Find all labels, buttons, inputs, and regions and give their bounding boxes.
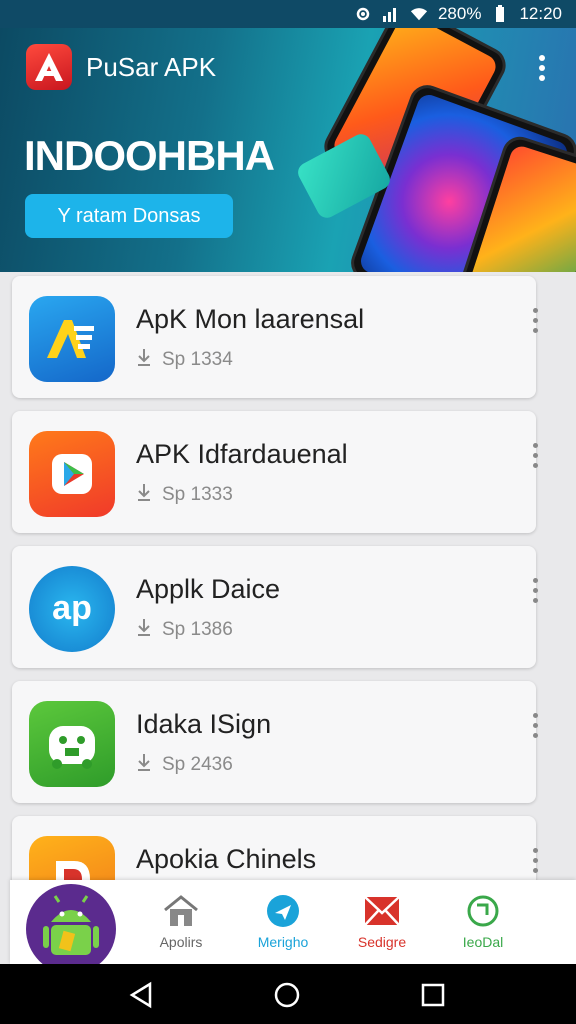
android-fab-button[interactable] bbox=[26, 884, 116, 974]
app-size: Sp 1333 bbox=[162, 484, 233, 505]
recents-icon bbox=[421, 983, 445, 1007]
back-icon bbox=[129, 981, 152, 1009]
item-more-button[interactable] bbox=[528, 578, 542, 612]
android-robot-icon bbox=[29, 701, 115, 787]
ap-logo-icon: ap bbox=[29, 566, 115, 652]
nav-label: IeoDal bbox=[462, 934, 504, 950]
size-icon bbox=[136, 483, 152, 507]
app-name: ApK Mon laarensal bbox=[136, 304, 365, 334]
app-meta: Sp 1334 bbox=[136, 348, 233, 372]
app-name: Apokia Chinels bbox=[136, 844, 317, 874]
nav-item-ieodal[interactable]: IeoDal bbox=[438, 894, 528, 950]
list-item[interactable]: ap Applk Daice Sp 1386 bbox=[12, 546, 538, 668]
item-more-button[interactable] bbox=[528, 308, 542, 342]
signal-icon bbox=[382, 5, 400, 23]
nav-item-sedigre[interactable]: Sedigre bbox=[337, 894, 427, 950]
list-item[interactable]: Idaka ISign Sp 2436 bbox=[12, 681, 538, 803]
play-icon bbox=[29, 431, 115, 517]
home-circle-icon bbox=[274, 982, 300, 1008]
nav-item-apps[interactable]: Apolirs bbox=[136, 894, 226, 950]
nav-label: Apolirs bbox=[159, 934, 203, 950]
header-banner: PuSar APK INDOOHBHA Y ratam Donsas bbox=[0, 28, 576, 272]
recents-button[interactable] bbox=[418, 980, 448, 1010]
refresh-icon bbox=[467, 895, 499, 927]
app-size: Sp 1386 bbox=[162, 619, 233, 640]
system-navigation-bar bbox=[0, 964, 576, 1024]
list-item[interactable]: APK Idfardauenal Sp 1333 bbox=[12, 411, 538, 533]
item-more-button[interactable] bbox=[528, 848, 542, 882]
app-name: Idaka ISign bbox=[136, 709, 272, 739]
mail-icon bbox=[364, 896, 400, 926]
app-size: Sp 1334 bbox=[162, 349, 233, 370]
size-icon bbox=[136, 753, 152, 777]
hero-title: INDOOHBHA bbox=[24, 132, 275, 179]
size-icon bbox=[136, 348, 152, 372]
battery-icon bbox=[491, 5, 509, 23]
settings-icon bbox=[354, 5, 372, 23]
nav-label: Sedigre bbox=[357, 934, 407, 950]
wifi-icon bbox=[410, 5, 428, 23]
svg-text:ap: ap bbox=[52, 589, 92, 627]
app-name: Applk Daice bbox=[136, 574, 281, 604]
size-icon bbox=[136, 618, 152, 642]
item-more-button[interactable] bbox=[528, 443, 542, 477]
nav-item-merigho[interactable]: Merigho bbox=[238, 894, 328, 950]
list-item[interactable]: ApK Mon laarensal Sp 1334 bbox=[12, 276, 538, 398]
item-more-button[interactable] bbox=[528, 713, 542, 747]
apk-a-icon bbox=[29, 296, 115, 382]
app-size: Sp 2436 bbox=[162, 754, 233, 775]
battery-percent: 280% bbox=[437, 4, 482, 23]
app-title: PuSar APK bbox=[86, 52, 217, 82]
hero-cta-button[interactable]: Y ratam Donsas bbox=[25, 194, 233, 238]
app-meta: Sp 2436 bbox=[136, 753, 233, 777]
app-logo bbox=[26, 44, 72, 90]
nav-label: Merigho bbox=[257, 934, 309, 950]
app-meta: Sp 1333 bbox=[136, 483, 233, 507]
app-name: APK Idfardauenal bbox=[136, 439, 348, 469]
more-vert-icon bbox=[539, 55, 545, 81]
overflow-menu-button[interactable] bbox=[530, 52, 554, 84]
home-button[interactable] bbox=[272, 980, 302, 1010]
clock: 12:20 bbox=[519, 4, 562, 23]
back-button[interactable] bbox=[126, 980, 156, 1010]
android-icon bbox=[43, 895, 99, 955]
send-icon bbox=[267, 895, 299, 927]
logo-a-icon bbox=[35, 53, 63, 81]
home-icon bbox=[164, 895, 198, 926]
app-meta: Sp 1386 bbox=[136, 618, 233, 642]
status-bar: 280% 12:20 bbox=[0, 0, 576, 28]
